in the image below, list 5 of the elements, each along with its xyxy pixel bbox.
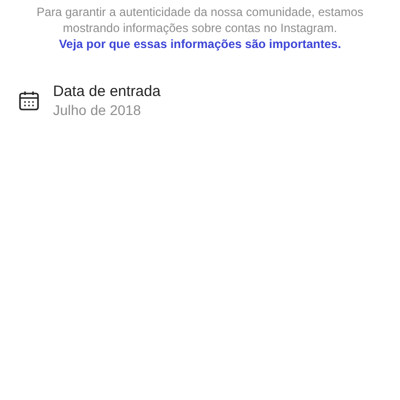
- learn-more-link[interactable]: Veja por que essas informações são importantes.: [58, 37, 342, 51]
- item-value: Julho de 2018: [53, 101, 142, 119]
- info-notice: Para garantir a autenticidade da nossa comunidade, estamos mostrando informações sobre contas no Instagram. Veja por que essas informações são importantes.: [36, 4, 364, 52]
- item-title: Data de entrada: [53, 82, 161, 101]
- calendar-icon: [17, 88, 41, 112]
